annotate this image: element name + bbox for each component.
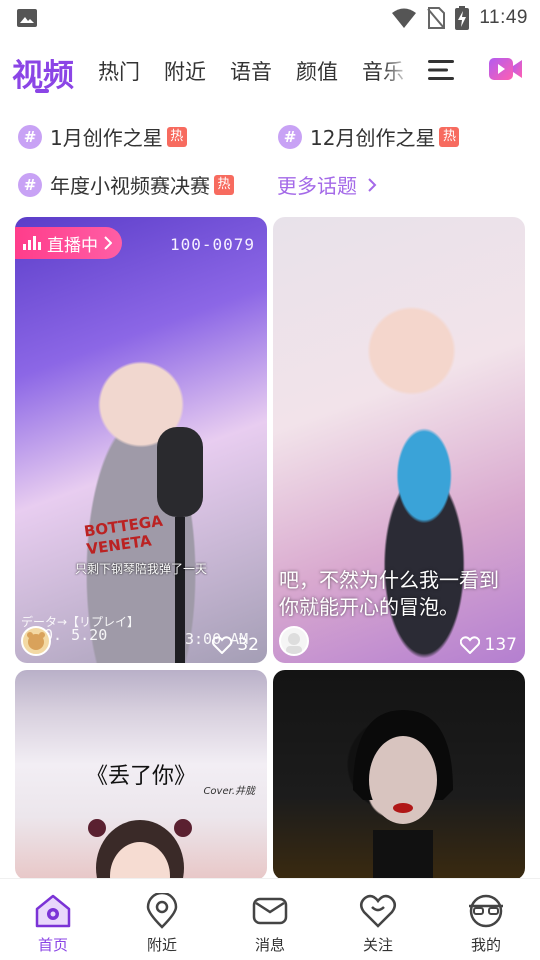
user-avatar-icon <box>286 633 302 654</box>
heart-icon <box>459 636 480 654</box>
chevron-right-icon <box>368 177 377 192</box>
hashtag-icon: # <box>18 124 42 149</box>
location-icon <box>146 893 178 929</box>
hot-badge: 热 <box>214 174 234 195</box>
thumbnail-figure <box>353 710 453 880</box>
top-tab-bar: 视频 热门 附近 语音 颜值 音乐 <box>0 44 540 100</box>
thumbnail-figure <box>88 819 192 880</box>
topic-label: 12月创作之星 <box>310 126 436 150</box>
menu-icon[interactable] <box>428 59 454 81</box>
nav-profile[interactable]: 我的 <box>446 893 526 955</box>
bottom-nav-bar: 首页 附近 消息 关注 我的 <box>0 878 540 960</box>
gallery-icon <box>17 9 37 27</box>
nav-follow[interactable]: 关注 <box>338 893 418 955</box>
bear-avatar-icon <box>27 632 45 650</box>
message-icon <box>252 897 288 925</box>
no-sim-icon <box>427 7 446 29</box>
profile-icon <box>469 894 503 928</box>
tab-fade-overlay <box>382 44 412 94</box>
video-card[interactable]: 《丢了你》 Cover.井胧 <box>15 670 267 880</box>
topic-item[interactable]: # 1月创作之星 热 <box>18 122 187 151</box>
battery-charging-icon <box>455 6 470 30</box>
video-subtitle: 只剩下钢琴陪我弹了一天 <box>74 562 207 576</box>
nav-label: 首页 <box>37 936 68 954</box>
avatar[interactable] <box>279 626 309 656</box>
video-card[interactable]: 吧，不然为什么我一看到你就能开心的冒泡。 137 <box>273 217 525 663</box>
video-card[interactable] <box>273 670 525 880</box>
more-topics-link[interactable]: 更多话题 <box>277 170 377 199</box>
clock: 11:49 <box>479 7 528 28</box>
follow-heart-icon <box>360 894 396 928</box>
like-count[interactable]: 32 <box>212 635 259 655</box>
hashtag-icon: # <box>18 172 42 197</box>
more-topics-label: 更多话题 <box>277 174 357 198</box>
chevron-right-icon <box>104 236 112 250</box>
likes-value: 32 <box>237 635 259 655</box>
like-count[interactable]: 137 <box>459 635 517 655</box>
nav-label: 关注 <box>362 936 393 954</box>
overlay-code: 100-0079 <box>169 235 255 254</box>
status-bar: 11:49 <box>0 0 540 36</box>
tab-looks[interactable]: 颜值 <box>296 56 338 86</box>
topic-item[interactable]: # 年度小视频赛决赛 热 <box>18 170 234 199</box>
nav-nearby[interactable]: 附近 <box>122 893 202 955</box>
heart-icon <box>212 636 233 654</box>
nav-label: 我的 <box>470 936 501 954</box>
tab-nearby[interactable]: 附近 <box>164 56 206 86</box>
live-badge[interactable]: 直播中 <box>15 227 122 259</box>
video-camera-icon[interactable] <box>488 54 524 84</box>
active-tab-indicator <box>35 89 49 93</box>
video-credit: Cover.井胧 <box>203 786 255 797</box>
video-card[interactable]: 直播中 100-0079 BOTTEGA VENETA 只剩下钢琴陪我弹了一天 … <box>15 217 267 663</box>
topic-label: 1月创作之星 <box>50 126 163 150</box>
topic-item[interactable]: # 12月创作之星 热 <box>278 122 460 151</box>
tab-hot[interactable]: 热门 <box>98 56 140 86</box>
home-icon <box>35 894 71 928</box>
tab-voice[interactable]: 语音 <box>230 56 272 86</box>
live-bars-icon <box>23 236 41 250</box>
avatar[interactable] <box>21 626 51 656</box>
hashtag-icon: # <box>278 124 302 149</box>
wifi-icon <box>392 8 417 28</box>
topic-label: 年度小视频赛决赛 <box>50 174 210 198</box>
hot-badge: 热 <box>439 126 460 147</box>
nav-label: 消息 <box>254 936 285 954</box>
likes-value: 137 <box>484 635 517 655</box>
hot-badge: 热 <box>166 126 187 147</box>
live-label: 直播中 <box>47 235 98 256</box>
nav-home[interactable]: 首页 <box>13 893 93 955</box>
nav-messages[interactable]: 消息 <box>230 893 310 955</box>
video-caption: 吧，不然为什么我一看到你就能开心的冒泡。 <box>279 568 499 619</box>
nav-label: 附近 <box>146 936 177 954</box>
